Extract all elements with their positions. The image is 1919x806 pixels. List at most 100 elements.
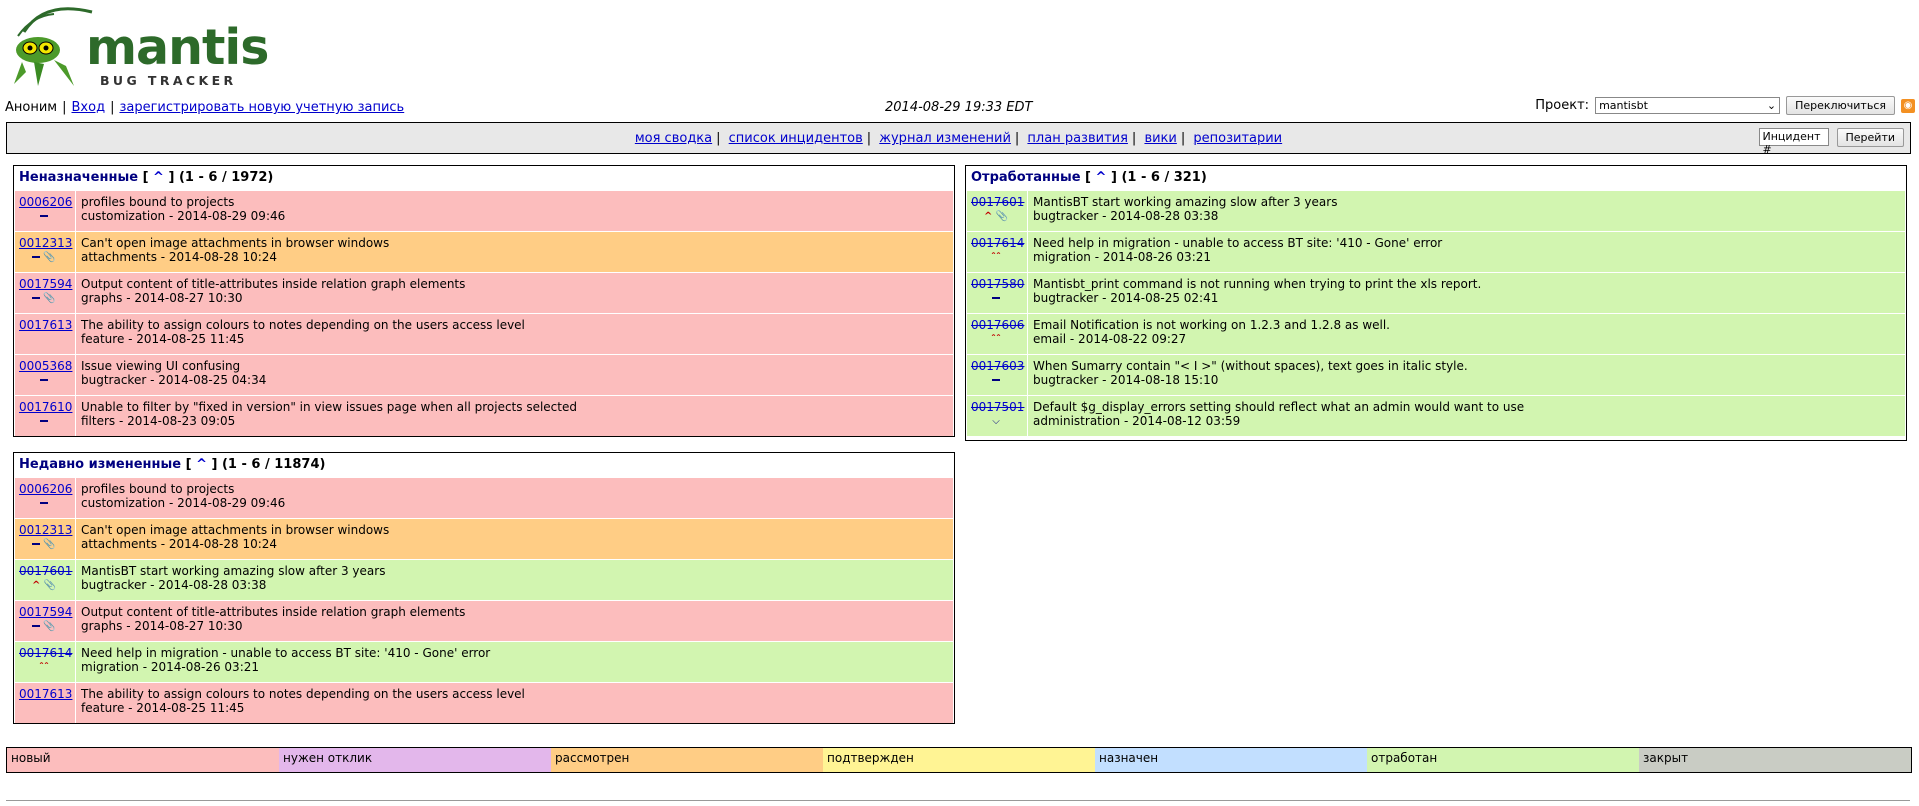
chevron-down-icon: ⌄	[1766, 99, 1777, 112]
issue-jump-input[interactable]: Инцидент #	[1758, 128, 1829, 156]
issue-id-link[interactable]: 0017606	[971, 318, 1024, 332]
rss-icon[interactable]: ◉	[1901, 98, 1915, 113]
table-row: 0017613 The ability to assign colours to…	[15, 682, 953, 723]
caret-up-icon[interactable]: ^	[153, 170, 164, 185]
issue-meta: administration - 2014-08-12 03:59	[1033, 414, 1241, 428]
jump-button[interactable]: Перейти	[1836, 128, 1904, 147]
issue-id-link[interactable]: 0017603	[971, 359, 1024, 373]
priority-normal-icon	[32, 543, 41, 545]
switch-project-button[interactable]: Переключиться	[1786, 96, 1895, 115]
legend-feedback: нужен отклик	[279, 748, 551, 772]
project-select-value: mantisbt	[1599, 99, 1648, 112]
legend-assigned: назначен	[1095, 748, 1367, 772]
issue-meta: customization - 2014-08-29 09:46	[81, 209, 286, 223]
table-row: 0005368 Issue viewing UI confusing bugtra…	[15, 354, 953, 395]
issue-id-link[interactable]: 0017613	[19, 318, 72, 332]
resolved-panel: Отработанные [ ^ ] (1 - 6 / 321) 0017601…	[965, 165, 1907, 441]
user-name: Аноним	[5, 100, 58, 115]
priority-normal-icon	[992, 379, 1000, 381]
issue-id-link[interactable]: 0017601	[19, 564, 72, 578]
issue-id-link[interactable]: 0017594	[19, 277, 72, 291]
issue-id-link[interactable]: 0012313	[19, 236, 72, 250]
panel-title-link[interactable]: Отработанные	[971, 170, 1081, 185]
unassigned-panel: Неназначенные [ ^ ] (1 - 6 / 1972) 00062…	[13, 165, 955, 437]
issue-summary: The ability to assign colours to notes d…	[81, 318, 525, 332]
table-row: 0017580 Mantisbt_print command is not ru…	[967, 272, 1905, 313]
panel-range: (1 - 6 / 1972)	[178, 170, 274, 185]
issue-meta: graphs - 2014-08-27 10:30	[81, 619, 243, 633]
attachment-icon: 📎	[43, 252, 56, 263]
issue-id-link[interactable]: 0005368	[19, 359, 72, 373]
table-row: 0017601 ^ 📎 MantisBT start working amazi…	[967, 190, 1905, 231]
panel-range: (1 - 6 / 11874)	[221, 457, 326, 472]
project-select[interactable]: mantisbt ⌄	[1595, 97, 1781, 114]
issue-id-link[interactable]: 0006206	[19, 195, 72, 209]
menu-roadmap[interactable]: план развития	[1027, 131, 1128, 146]
table-row: 0017594 📎 Output content of title-attrib…	[15, 600, 953, 641]
table-row: 0017601 ^ 📎 MantisBT start working amazi…	[15, 559, 953, 600]
mantis-logo[interactable]: mantis BUG TRACKER	[4, 6, 269, 90]
table-row: 0017594 📎 Output content of title-attrib…	[15, 272, 953, 313]
footer-divider	[6, 800, 1910, 801]
issue-summary: Output content of title-attributes insid…	[81, 277, 466, 291]
issue-meta: bugtracker - 2014-08-25 04:34	[81, 373, 267, 387]
issue-id-link[interactable]: 0017501	[971, 400, 1024, 414]
caret-up-icon[interactable]: ^	[1096, 170, 1107, 185]
issue-id-link[interactable]: 0017594	[19, 605, 72, 619]
priority-normal-icon	[40, 215, 48, 217]
issue-meta: attachments - 2014-08-28 10:24	[81, 537, 278, 551]
issue-meta: bugtracker - 2014-08-28 03:38	[1033, 209, 1219, 223]
issue-id-link[interactable]: 0017614	[19, 646, 72, 660]
attachment-icon: 📎	[995, 211, 1009, 222]
issue-summary: Default $g_display_errors setting should…	[1033, 400, 1525, 414]
issue-summary: Need help in migration - unable to acces…	[81, 646, 491, 660]
login-link[interactable]: Вход	[72, 100, 106, 115]
table-row: 0012313 📎 Can't open image attachments i…	[15, 518, 953, 559]
mantis-insect-icon	[14, 7, 93, 86]
issue-id-link[interactable]: 0006206	[19, 482, 72, 496]
priority-normal-icon	[40, 502, 48, 504]
caret-up-icon[interactable]: ^	[196, 457, 207, 472]
issue-id-link[interactable]: 0017601	[971, 195, 1024, 209]
issue-id-link[interactable]: 0017610	[19, 400, 72, 414]
project-label: Проект:	[1535, 98, 1590, 113]
panel-title-link[interactable]: Неназначенные	[19, 170, 138, 185]
legend-resolved: отработан	[1367, 748, 1639, 772]
attachment-icon: 📎	[43, 621, 56, 632]
issue-meta: bugtracker - 2014-08-18 15:10	[1033, 373, 1219, 387]
issue-id-link[interactable]: 0017614	[971, 236, 1024, 250]
menu-wiki[interactable]: вики	[1144, 131, 1176, 146]
issue-summary: MantisBT start working amazing slow afte…	[81, 564, 386, 578]
register-link[interactable]: зарегистрировать новую учетную запись	[119, 100, 404, 115]
panel-title: Недавно измененные [ ^ ] (1 - 6 / 11874)	[19, 457, 326, 472]
menu-my-view[interactable]: моя сводка	[635, 131, 712, 146]
attachment-icon: 📎	[43, 293, 56, 304]
priority-normal-icon	[992, 297, 1000, 299]
menu-view-issues[interactable]: список инцидентов	[729, 131, 863, 146]
panel-title: Неназначенные [ ^ ] (1 - 6 / 1972)	[19, 170, 274, 185]
recently-modified-panel: Недавно измененные [ ^ ] (1 - 6 / 11874)…	[13, 452, 955, 724]
table-row: 0017614 ˆˆ Need help in migration - unab…	[15, 641, 953, 682]
issue-summary: Issue viewing UI confusing	[81, 359, 241, 373]
priority-normal-icon	[40, 420, 48, 422]
table-row: 0017610 Unable to filter by "fixed in ve…	[15, 395, 953, 436]
priority-urgent-icon: ˆˆ	[39, 662, 49, 673]
issue-summary: Output content of title-attributes insid…	[81, 605, 466, 619]
table-row: 0012313 📎 Can't open image attachments i…	[15, 231, 953, 272]
priority-urgent-icon: ˆˆ	[991, 252, 1001, 263]
table-row: 0006206 profiles bound to projects custom…	[15, 190, 953, 231]
issue-meta: migration - 2014-08-26 03:21	[81, 660, 260, 674]
issue-meta: feature - 2014-08-25 11:45	[81, 332, 245, 346]
issue-summary: Can't open image attachments in browser …	[81, 523, 390, 537]
issue-id-link[interactable]: 0017613	[19, 687, 72, 701]
issue-summary: MantisBT start working amazing slow afte…	[1033, 195, 1338, 209]
panel-title-link[interactable]: Недавно измененные	[19, 457, 181, 472]
server-time: 2014-08-29 19:33 EDT	[885, 100, 1033, 115]
issue-id-link[interactable]: 0012313	[19, 523, 72, 537]
issue-meta: filters - 2014-08-23 09:05	[81, 414, 236, 428]
menu-repositories[interactable]: репозитарии	[1193, 131, 1282, 146]
logo-word: mantis	[86, 19, 269, 76]
issue-id-link[interactable]: 0017580	[971, 277, 1024, 291]
menu-changelog[interactable]: журнал изменений	[879, 131, 1011, 146]
legend-confirmed: подтвержден	[823, 748, 1095, 772]
